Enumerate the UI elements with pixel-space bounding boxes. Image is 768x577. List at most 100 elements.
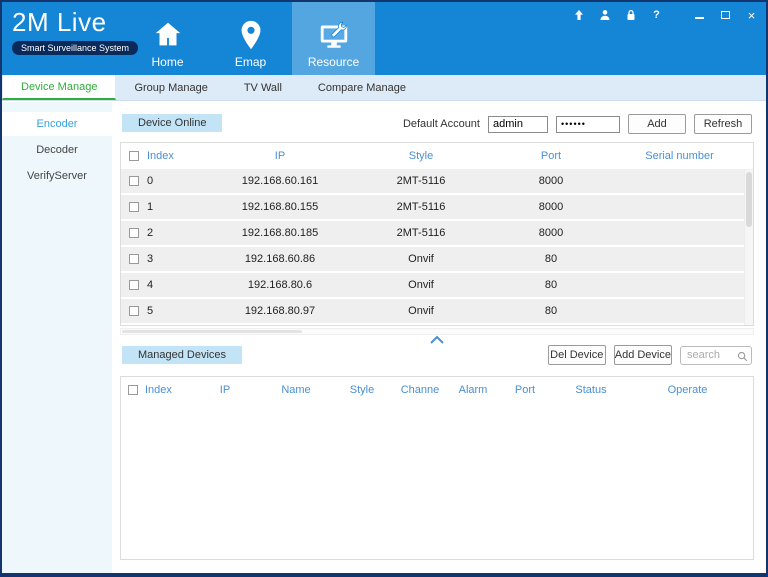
add-device-button[interactable]: Add Device bbox=[614, 345, 672, 365]
managed-devices-table-body bbox=[121, 404, 753, 559]
app-subtitle: Smart Surveillance System bbox=[12, 41, 138, 55]
device-online-table: Index IP Style Port Serial number 0 192.… bbox=[120, 142, 754, 326]
cell-index: 1 bbox=[147, 201, 205, 213]
row-checkbox[interactable] bbox=[129, 306, 139, 316]
header-port: Port bbox=[499, 384, 551, 396]
row-checkbox[interactable] bbox=[129, 176, 139, 186]
cell-style: Onvif bbox=[355, 305, 487, 317]
table-row[interactable]: 1 192.168.80.155 2MT-5116 8000 bbox=[121, 195, 753, 219]
header-ip: IP bbox=[189, 384, 261, 396]
row-checkbox[interactable] bbox=[129, 254, 139, 264]
cell-ip: 192.168.60.161 bbox=[205, 175, 355, 187]
tab-tv-wall[interactable]: TV Wall bbox=[226, 75, 300, 100]
cell-index: 5 bbox=[147, 305, 205, 317]
select-all-checkbox[interactable] bbox=[129, 151, 139, 161]
cell-port: 8000 bbox=[487, 227, 615, 239]
collapse-chevron-icon[interactable] bbox=[429, 332, 445, 342]
scrollbar-thumb[interactable] bbox=[746, 172, 752, 227]
nav-home[interactable]: Home bbox=[126, 2, 209, 75]
table-row[interactable]: 0 192.168.60.161 2MT-5116 8000 bbox=[121, 169, 753, 193]
lock-icon[interactable] bbox=[624, 8, 637, 22]
app-window: 2M Live Smart Surveillance System Home E… bbox=[0, 0, 768, 577]
table-row[interactable]: 5 192.168.80.97 Onvif 80 bbox=[121, 299, 753, 323]
app-logo: 2M Live Smart Surveillance System bbox=[12, 7, 138, 56]
maximize-button[interactable] bbox=[719, 8, 732, 22]
upload-icon[interactable] bbox=[572, 8, 585, 22]
default-account-input[interactable] bbox=[488, 116, 548, 133]
managed-devices-table-header: Index IP Name Style Channe Alarm Port St… bbox=[121, 377, 753, 403]
row-checkbox[interactable] bbox=[129, 228, 139, 238]
tab-bar: Device Manage Group Manage TV Wall Compa… bbox=[2, 75, 766, 101]
managed-devices-toolbar: Del Device Add Device bbox=[548, 345, 752, 365]
cell-ip: 192.168.80.97 bbox=[205, 305, 355, 317]
device-online-section-label: Device Online bbox=[122, 114, 222, 132]
resource-icon bbox=[317, 18, 351, 52]
user-key-icon[interactable] bbox=[598, 8, 611, 22]
header-channel: Channe bbox=[393, 384, 447, 396]
help-icon[interactable]: ? bbox=[650, 8, 663, 22]
header-alarm: Alarm bbox=[447, 384, 499, 396]
add-button[interactable]: Add bbox=[628, 114, 686, 134]
header-style: Style bbox=[355, 150, 487, 162]
table-row[interactable]: 2 192.168.80.185 2MT-5116 8000 bbox=[121, 221, 753, 245]
search-icon[interactable] bbox=[737, 349, 748, 360]
del-device-button[interactable]: Del Device bbox=[548, 345, 606, 365]
tab-group-manage[interactable]: Group Manage bbox=[116, 75, 225, 100]
cell-index: 3 bbox=[147, 253, 205, 265]
nav-resource[interactable]: Resource bbox=[292, 2, 375, 75]
minimize-button[interactable] bbox=[693, 8, 706, 22]
header-port: Port bbox=[487, 150, 615, 162]
default-password-input[interactable] bbox=[556, 116, 620, 133]
cell-style: 2MT-5116 bbox=[355, 227, 487, 239]
device-online-toolbar: Default Account Add Refresh bbox=[403, 114, 752, 134]
close-button[interactable]: × bbox=[745, 8, 758, 22]
cell-port: 80 bbox=[487, 253, 615, 265]
row-checkbox[interactable] bbox=[129, 202, 139, 212]
refresh-button[interactable]: Refresh bbox=[694, 114, 752, 134]
main-panel: Device Online Default Account Add Refres… bbox=[112, 102, 766, 573]
cell-ip: 192.168.80.6 bbox=[205, 279, 355, 291]
home-icon bbox=[151, 18, 185, 52]
main-nav: Home Emap Resource bbox=[126, 2, 375, 75]
titlebar-controls: ? × bbox=[572, 7, 758, 23]
cell-ip: 192.168.60.86 bbox=[205, 253, 355, 265]
cell-style: Onvif bbox=[355, 279, 487, 291]
nav-emap-label: Emap bbox=[235, 55, 266, 69]
header-name: Name bbox=[261, 384, 331, 396]
row-checkbox[interactable] bbox=[129, 280, 139, 290]
tab-device-manage[interactable]: Device Manage bbox=[2, 75, 116, 100]
nav-emap[interactable]: Emap bbox=[209, 2, 292, 75]
managed-devices-table: Index IP Name Style Channe Alarm Port St… bbox=[120, 376, 754, 560]
cell-ip: 192.168.80.185 bbox=[205, 227, 355, 239]
cell-style: 2MT-5116 bbox=[355, 201, 487, 213]
cell-port: 8000 bbox=[487, 201, 615, 213]
search-box bbox=[680, 345, 752, 365]
emap-icon bbox=[234, 18, 268, 52]
header-serial: Serial number bbox=[615, 150, 744, 162]
scrollbar-thumb[interactable] bbox=[122, 330, 302, 333]
cell-ip: 192.168.80.155 bbox=[205, 201, 355, 213]
select-all-checkbox[interactable] bbox=[128, 385, 138, 395]
nav-home-label: Home bbox=[151, 55, 183, 69]
tab-compare-manage[interactable]: Compare Manage bbox=[300, 75, 424, 100]
table-row[interactable]: 3 192.168.60.86 Onvif 80 bbox=[121, 247, 753, 271]
cell-index: 4 bbox=[147, 279, 205, 291]
sidebar-item-decoder[interactable]: Decoder bbox=[2, 138, 112, 162]
app-title: 2M Live bbox=[12, 7, 138, 38]
header-index: Index bbox=[145, 384, 189, 396]
header-status: Status bbox=[551, 384, 631, 396]
cell-style: 2MT-5116 bbox=[355, 175, 487, 187]
sidebar: Encoder Decoder VerifyServer bbox=[2, 102, 112, 573]
header-index: Index bbox=[147, 150, 205, 162]
sidebar-item-verifyserver[interactable]: VerifyServer bbox=[2, 164, 112, 188]
device-online-table-header: Index IP Style Port Serial number bbox=[121, 143, 753, 169]
sidebar-item-encoder[interactable]: Encoder bbox=[2, 112, 112, 136]
nav-resource-label: Resource bbox=[308, 55, 359, 69]
vertical-scrollbar[interactable] bbox=[744, 170, 753, 325]
table-row[interactable]: 4 192.168.80.6 Onvif 80 bbox=[121, 273, 753, 297]
header-operate: Operate bbox=[631, 384, 744, 396]
cell-port: 80 bbox=[487, 305, 615, 317]
header-ip: IP bbox=[205, 150, 355, 162]
cell-index: 2 bbox=[147, 227, 205, 239]
cell-port: 80 bbox=[487, 279, 615, 291]
